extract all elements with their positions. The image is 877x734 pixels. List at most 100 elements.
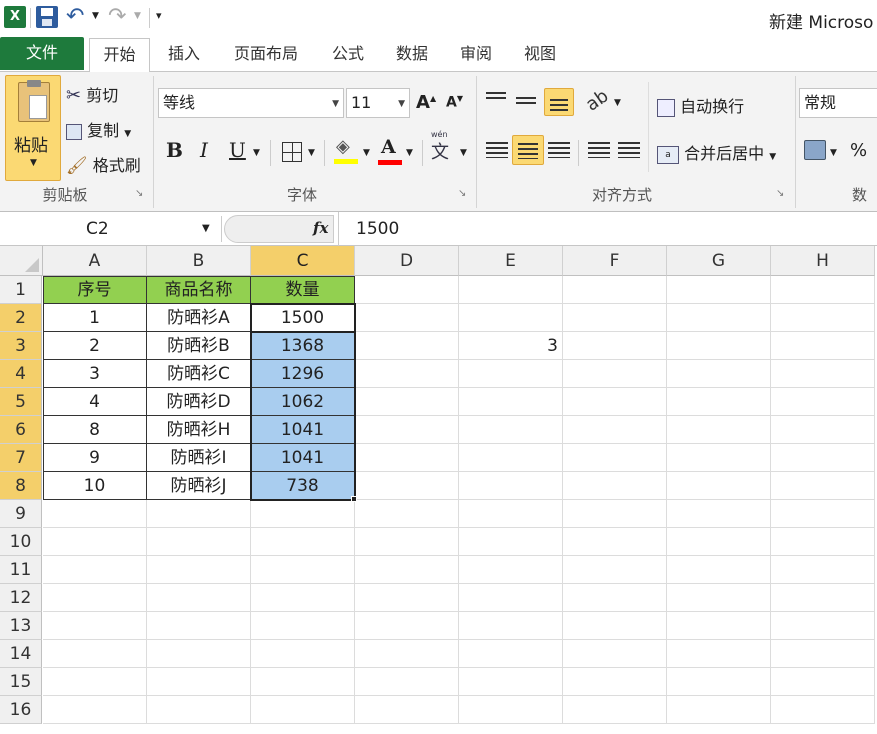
- cut-button[interactable]: ✂ 剪切: [66, 82, 118, 106]
- number-format-combo[interactable]: 常规: [799, 88, 877, 118]
- tab-file[interactable]: 文件: [0, 37, 84, 70]
- tab-data[interactable]: 数据: [382, 38, 442, 72]
- cell[interactable]: [771, 304, 875, 332]
- undo-dropdown-icon[interactable]: ▼: [92, 11, 99, 21]
- cell[interactable]: [771, 444, 875, 472]
- tab-review[interactable]: 审阅: [446, 38, 506, 72]
- wrap-text-button[interactable]: 自动换行: [657, 93, 744, 117]
- cell[interactable]: [563, 640, 667, 668]
- cell[interactable]: [43, 640, 147, 668]
- column-header-f[interactable]: F: [563, 246, 667, 276]
- copy-dropdown-icon[interactable]: ▼: [124, 129, 131, 139]
- cell[interactable]: [771, 696, 875, 724]
- align-middle-icon[interactable]: [516, 94, 536, 108]
- worksheet-grid[interactable]: ABCDEFGH 1 2 3 4 5 6 7 8 9 10 11 12 13 14 15 16 序号 商品名称数…: [0, 246, 877, 734]
- cell[interactable]: [771, 612, 875, 640]
- row-header-8[interactable]: 8: [0, 472, 42, 500]
- cell[interactable]: [667, 668, 771, 696]
- row-header-11[interactable]: 11: [0, 556, 42, 584]
- name-box-dropdown-icon[interactable]: ▼: [202, 223, 210, 234]
- insert-function-icon[interactable]: fx: [313, 219, 328, 237]
- customize-toolbar-icon[interactable]: ▾: [156, 9, 162, 22]
- bold-button[interactable]: B: [166, 138, 183, 162]
- redo-dropdown-icon[interactable]: ▼: [134, 11, 141, 21]
- cell[interactable]: [43, 528, 147, 556]
- table-cell[interactable]: 1: [43, 304, 147, 332]
- cell[interactable]: [459, 640, 563, 668]
- tab-view[interactable]: 视图: [510, 38, 570, 72]
- cell[interactable]: [459, 584, 563, 612]
- font-dropdown-icon[interactable]: ▼: [332, 90, 339, 118]
- cell[interactable]: [563, 612, 667, 640]
- row-header-15[interactable]: 15: [0, 668, 42, 696]
- cell[interactable]: [667, 276, 771, 304]
- cell[interactable]: [563, 584, 667, 612]
- cell[interactable]: [43, 696, 147, 724]
- alignment-launcher-icon[interactable]: ↘: [776, 188, 784, 199]
- table-cell[interactable]: 4: [43, 388, 147, 416]
- font-size-dropdown-icon[interactable]: ▼: [398, 90, 405, 118]
- tab-home[interactable]: 开始: [89, 38, 150, 73]
- cell[interactable]: [563, 528, 667, 556]
- cell[interactable]: [563, 332, 667, 360]
- row-header-6[interactable]: 6: [0, 416, 42, 444]
- column-header-a[interactable]: A: [43, 246, 147, 276]
- cell[interactable]: [251, 612, 355, 640]
- cell-e3[interactable]: 3: [459, 332, 563, 360]
- cell[interactable]: [459, 556, 563, 584]
- cell[interactable]: [459, 276, 563, 304]
- cell[interactable]: [771, 584, 875, 612]
- italic-button[interactable]: I: [200, 138, 208, 162]
- accounting-dropdown-icon[interactable]: ▼: [830, 148, 837, 158]
- cell[interactable]: [355, 304, 459, 332]
- cell[interactable]: [355, 444, 459, 472]
- percent-button[interactable]: %: [850, 140, 867, 161]
- table-cell[interactable]: 防晒衫I: [147, 444, 251, 472]
- align-bottom-icon[interactable]: [544, 88, 574, 116]
- row-header-10[interactable]: 10: [0, 528, 42, 556]
- table-cell[interactable]: 10: [43, 472, 147, 500]
- cell[interactable]: [771, 668, 875, 696]
- borders-icon[interactable]: [282, 142, 302, 162]
- cell[interactable]: [147, 640, 251, 668]
- cell[interactable]: [147, 556, 251, 584]
- row-header-5[interactable]: 5: [0, 388, 42, 416]
- cell[interactable]: [667, 584, 771, 612]
- cell[interactable]: [251, 640, 355, 668]
- format-painter-button[interactable]: 🖌 格式刷: [66, 152, 141, 176]
- cell[interactable]: [251, 500, 355, 528]
- undo-icon[interactable]: ↶: [66, 4, 84, 29]
- row-header-1[interactable]: 1: [0, 276, 42, 304]
- cell[interactable]: [459, 472, 563, 500]
- font-size-combo[interactable]: 11 ▼: [346, 88, 410, 118]
- cell[interactable]: [771, 500, 875, 528]
- orientation-icon[interactable]: ab: [582, 85, 612, 115]
- cell[interactable]: [251, 556, 355, 584]
- cell[interactable]: [771, 360, 875, 388]
- table-cell[interactable]: 8: [43, 416, 147, 444]
- cell[interactable]: [355, 612, 459, 640]
- cell[interactable]: [563, 360, 667, 388]
- cell[interactable]: [667, 332, 771, 360]
- cell[interactable]: [667, 640, 771, 668]
- cell[interactable]: [355, 668, 459, 696]
- cell[interactable]: [563, 388, 667, 416]
- phonetic-guide-icon[interactable]: 文 wén: [431, 130, 449, 164]
- cell[interactable]: [771, 276, 875, 304]
- cell[interactable]: [667, 472, 771, 500]
- cell[interactable]: [251, 696, 355, 724]
- tab-page-layout[interactable]: 页面布局: [222, 38, 310, 72]
- cell[interactable]: [667, 304, 771, 332]
- cell[interactable]: [251, 668, 355, 696]
- cell[interactable]: [355, 360, 459, 388]
- cell[interactable]: [563, 668, 667, 696]
- table-cell[interactable]: 2: [43, 332, 147, 360]
- cell[interactable]: [43, 584, 147, 612]
- font-name-combo[interactable]: 等线 ▼: [158, 88, 344, 118]
- cell[interactable]: [667, 444, 771, 472]
- fill-color-icon[interactable]: ◈: [334, 136, 358, 164]
- font-color-dropdown-icon[interactable]: ▼: [406, 148, 413, 158]
- column-header-h[interactable]: H: [771, 246, 875, 276]
- row-header-13[interactable]: 13: [0, 612, 42, 640]
- tab-insert[interactable]: 插入: [155, 38, 213, 72]
